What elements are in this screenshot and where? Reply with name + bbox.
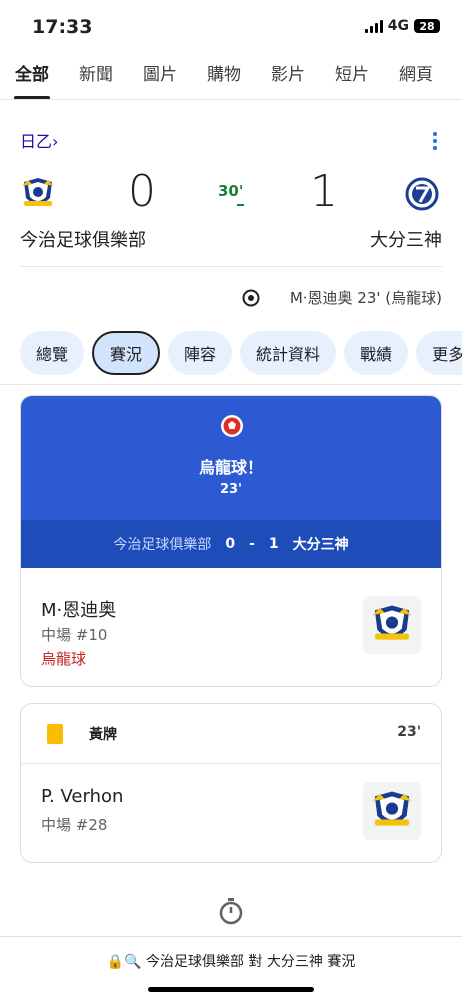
chip-timeline[interactable]: 賽況 xyxy=(92,331,161,375)
player-team-crest xyxy=(363,782,421,840)
stopwatch-icon xyxy=(219,898,243,925)
chevron-right-icon: › xyxy=(52,132,59,151)
tab-images[interactable]: 圖片 xyxy=(128,56,192,99)
scorer-summary: M·恩迪奥 23' (烏龍球) xyxy=(289,289,442,307)
divider xyxy=(20,266,442,267)
search-icon: 🔍 xyxy=(124,954,142,970)
tab-videos[interactable]: 影片 xyxy=(256,56,320,99)
match-tabs: 總覽 賽況 陣容 統計資料 戰績 更多 xyxy=(20,331,462,377)
team-crest-icon xyxy=(372,791,412,826)
yellow-card-icon xyxy=(47,724,63,744)
own-goal-label: 烏龍球 xyxy=(41,650,87,668)
own-goal-ball-icon xyxy=(221,415,243,437)
address-bar[interactable]: 🔒🔍 今治足球俱樂部 對 大分三神 賽況 xyxy=(0,951,462,971)
team-crest-icon xyxy=(372,605,412,640)
scoreline-home-score: 0 xyxy=(225,536,236,552)
goal-minute: 23' xyxy=(219,482,243,497)
chip-overview[interactable]: 總覽 xyxy=(20,331,85,375)
goal-event-card[interactable]: 烏龍球！ 23' 今治足球俱樂部 0 - 1 大分三神 M·恩迪奥 中場 #10… xyxy=(20,395,442,687)
search-tabs: 全部 新聞 圖片 購物 影片 短片 網頁 xyxy=(0,56,462,100)
away-team-name[interactable]: 大分三神 xyxy=(370,226,442,252)
scoreline-dash: - xyxy=(249,536,255,552)
lock-icon: 🔒 xyxy=(106,954,125,970)
goal-player: M·恩迪奥 中場 #10 烏龍球 xyxy=(21,568,441,686)
tab-shorts[interactable]: 短片 xyxy=(320,56,384,99)
goal-summary: M·恩迪奥 23' (烏龍球) xyxy=(242,287,442,308)
home-indicator[interactable] xyxy=(148,987,314,992)
chip-stats[interactable]: 統計資料 xyxy=(240,331,337,375)
player-position: 中場 #28 xyxy=(41,816,108,834)
soccer-ball-icon xyxy=(242,289,260,306)
player-team-crest xyxy=(363,596,421,654)
home-score: 0 xyxy=(128,166,156,217)
goal-title: 烏龍球！ xyxy=(198,458,263,477)
battery-icon: 28 xyxy=(414,19,440,33)
goal-banner: 烏龍球！ 23' xyxy=(21,396,441,520)
network-label: 4G xyxy=(387,18,409,34)
away-team-crest[interactable] xyxy=(404,176,440,212)
tab-all[interactable]: 全部 xyxy=(0,56,64,99)
browser-bottom-bar: 🔒🔍 今治足球俱樂部 對 大分三神 賽況 xyxy=(0,936,462,1000)
chip-lineups[interactable]: 陣容 xyxy=(168,331,233,375)
tab-shopping[interactable]: 購物 xyxy=(192,56,256,99)
status-indicators: 4G 28 xyxy=(364,18,440,34)
scoreline-home: 今治足球俱樂部 xyxy=(113,537,212,553)
live-minute: 30' xyxy=(218,182,244,200)
status-time: 17:33 xyxy=(32,16,93,38)
live-indicator xyxy=(237,204,244,206)
player-name: P. Verhon xyxy=(41,786,124,807)
card-title: 黃牌 xyxy=(89,727,117,743)
divider xyxy=(0,384,462,385)
scoreline-away-score: 1 xyxy=(268,536,279,552)
tab-web[interactable]: 網頁 xyxy=(384,56,448,99)
card-player: P. Verhon 中場 #28 xyxy=(21,764,441,862)
scoreline-away: 大分三神 xyxy=(292,537,349,553)
home-team-name[interactable]: 今治足球俱樂部 xyxy=(20,226,146,252)
player-position: 中場 #10 xyxy=(41,626,108,644)
card-event-header: 黃牌 23' xyxy=(21,704,441,764)
card-event-card[interactable]: 黃牌 23' P. Verhon 中場 #28 xyxy=(20,703,442,863)
signal-icon xyxy=(364,19,383,33)
card-minute: 23' xyxy=(397,724,421,740)
goal-scoreline: 今治足球俱樂部 0 - 1 大分三神 xyxy=(21,520,441,568)
more-options-icon[interactable] xyxy=(432,132,438,150)
away-score: 1 xyxy=(310,166,338,217)
league-link[interactable]: 日乙› xyxy=(20,128,58,152)
home-team-crest[interactable] xyxy=(20,176,56,212)
status-bar: 17:33 4G 28 xyxy=(0,0,462,50)
player-name: M·恩迪奥 xyxy=(41,600,117,621)
page-url: 今治足球俱樂部 對 大分三神 賽況 xyxy=(145,954,356,970)
chip-more[interactable]: 更多 xyxy=(416,331,462,375)
league-name: 日乙 xyxy=(20,132,53,151)
tab-news[interactable]: 新聞 xyxy=(64,56,128,99)
chip-record[interactable]: 戰績 xyxy=(344,331,409,375)
